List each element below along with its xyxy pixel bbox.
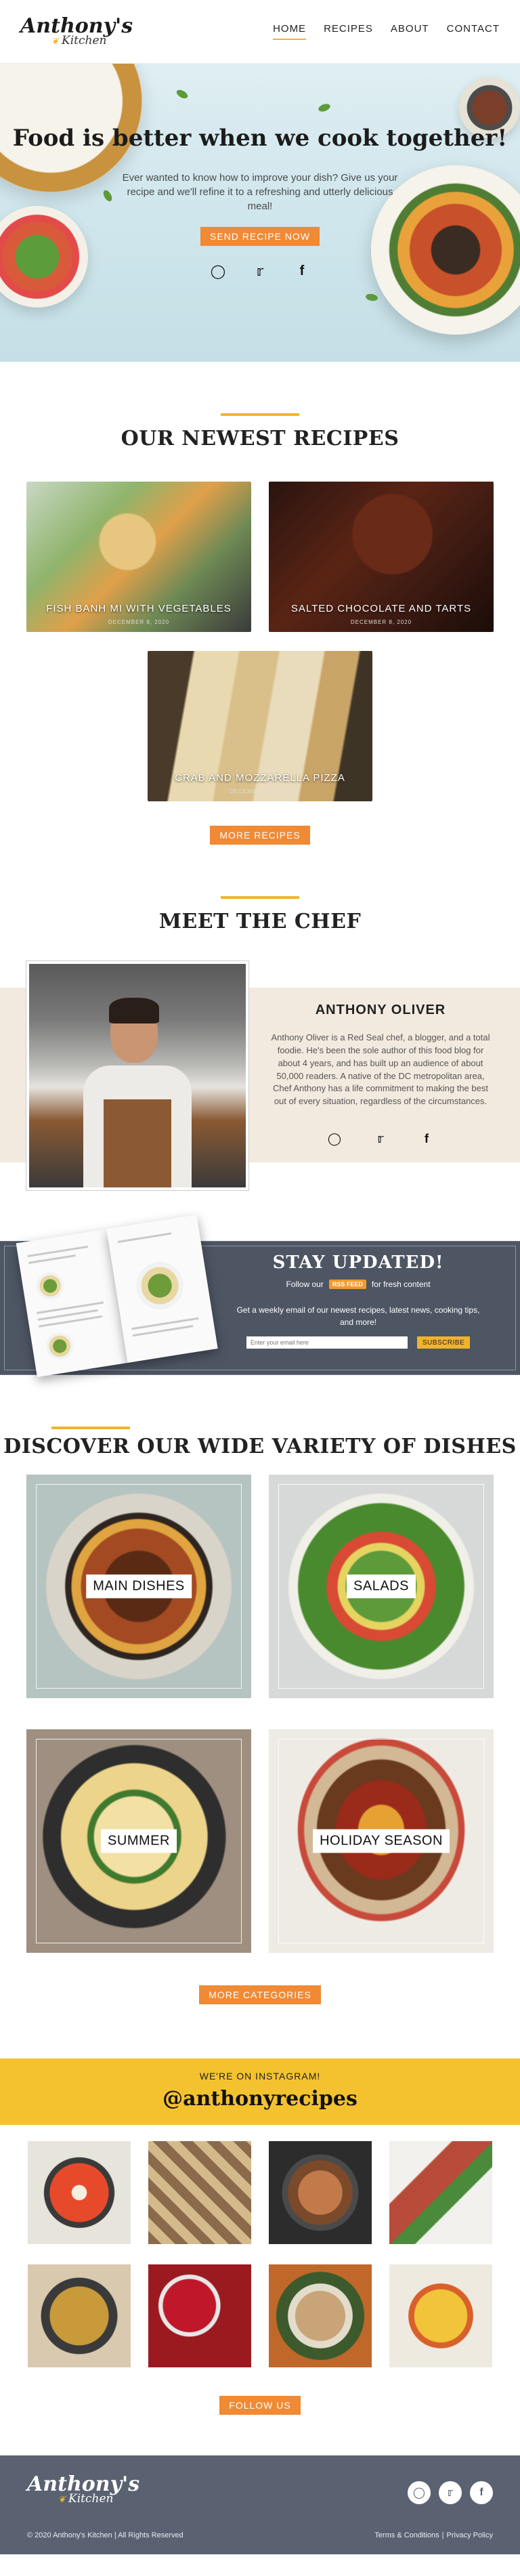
leaf-decoration	[175, 88, 190, 100]
category-card[interactable]: HOLIDAY SEASON	[269, 1729, 494, 1953]
logo-sub: Kitchen	[51, 35, 133, 47]
category-card[interactable]: SUMMER	[26, 1729, 251, 1953]
more-recipes-button[interactable]: MORE RECIPES	[210, 826, 310, 845]
nav-recipes[interactable]: RECIPES	[324, 23, 373, 40]
facebook-icon[interactable]: f	[416, 1128, 437, 1149]
follow-us-button[interactable]: FOLLOW US	[219, 2396, 301, 2415]
instagram-photo[interactable]	[148, 2264, 251, 2367]
instagram-photo[interactable]	[269, 2264, 372, 2367]
footer-logo[interactable]: Anthony's Kitchen	[27, 2474, 139, 2505]
nav-contact[interactable]: CONTACT	[447, 23, 500, 40]
hero-content: Food is better when we cook together! Ev…	[0, 125, 520, 281]
footer-socials: ◯ 𝕣 f	[408, 2481, 493, 2504]
subscribe-button[interactable]: SUBSCRIBE	[416, 1336, 471, 1349]
copyright-text: © 2020 Anthony's Kitchen | All Rights Re…	[27, 2531, 183, 2539]
section-title: DISCOVER OUR WIDE VARIETY OF DISHES	[3, 1435, 517, 1458]
main-nav: HOME RECIPES ABOUT CONTACT	[273, 23, 500, 40]
link-separator: |	[441, 2531, 444, 2539]
instagram-icon[interactable]: ◯	[324, 1128, 345, 1149]
follow-suffix: for fresh content	[371, 1280, 431, 1289]
email-input[interactable]	[246, 1336, 408, 1349]
rss-icon[interactable]: RSS FEED	[328, 1280, 366, 1289]
chef-socials: ◯ 𝕣 f	[268, 1128, 493, 1149]
recipe-grid: FISH BANH MI WITH VEGETABLES DECEMBER 8,…	[20, 482, 500, 801]
newsletter-title: STAY UPDATED!	[272, 1252, 444, 1273]
recipe-date: DECEMBER 8, 2020	[350, 619, 412, 625]
instagram-icon[interactable]: ◯	[208, 261, 228, 281]
category-card[interactable]: SALADS	[269, 1475, 494, 1698]
hero-socials: ◯ 𝕣 f	[0, 261, 520, 281]
hero-section: Food is better when we cook together! Ev…	[0, 64, 520, 362]
instagram-photo[interactable]	[28, 2141, 131, 2244]
instagram-handle[interactable]: @anthonyrecipes	[0, 2087, 520, 2111]
privacy-link[interactable]: Privacy Policy	[447, 2531, 493, 2539]
heading-accent-bar	[51, 1427, 130, 1429]
category-card[interactable]: MAIN DISHES	[26, 1475, 251, 1698]
follow-prefix: Follow our	[286, 1280, 324, 1289]
recipe-date: DECEMBER 8, 2020	[108, 619, 170, 625]
newsletter-form: SUBSCRIBE	[217, 1336, 500, 1349]
instagram-kicker: WE'RE ON INSTAGRAM!	[199, 2071, 321, 2082]
category-label: HOLIDAY SEASON	[313, 1829, 450, 1853]
recipe-card[interactable]: CRAB AND MOZZARELLA PIZZA DECEMBER 8, 20…	[148, 651, 372, 801]
chef-photo	[26, 960, 249, 1191]
instagram-grid	[0, 2141, 520, 2367]
heading-accent-bar	[221, 413, 299, 416]
category-label: SALADS	[347, 1574, 416, 1599]
facebook-icon[interactable]: f	[292, 261, 312, 281]
newsletter-content: STAY UPDATED! Follow our RSS FEED for fr…	[217, 1252, 500, 1349]
hero-text: Ever wanted to know how to improve your …	[122, 172, 398, 212]
recipe-title: SALTED CHOCOLATE AND TARTS	[290, 603, 472, 614]
instagram-photo[interactable]	[389, 2264, 492, 2367]
terms-link[interactable]: Terms & Conditions	[374, 2531, 439, 2539]
instagram-photo[interactable]	[148, 2141, 251, 2244]
send-recipe-button[interactable]: SEND RECIPE NOW	[200, 227, 320, 246]
site-footer: Anthony's Kitchen ◯ 𝕣 f © 2020 Anthony's…	[0, 2455, 520, 2554]
leaf-decoration	[365, 293, 378, 302]
magazine-image	[16, 1215, 221, 1397]
newest-recipes-section: OUR NEWEST RECIPES FISH BANH MI WITH VEG…	[0, 362, 520, 845]
logo-sub: Kitchen	[58, 2493, 139, 2505]
newsletter-follow: Follow our RSS FEED for fresh content	[217, 1280, 500, 1289]
newsletter-description: Get a weekly email of our newest recipes…	[236, 1305, 480, 1327]
facebook-icon[interactable]: f	[470, 2481, 493, 2504]
instagram-photo[interactable]	[28, 2264, 131, 2367]
recipe-date: DECEMBER 8, 2020	[229, 788, 291, 795]
footer-links: Terms & Conditions | Privacy Policy	[374, 2531, 493, 2539]
instagram-icon[interactable]: ◯	[408, 2481, 431, 2504]
recipe-card[interactable]: FISH BANH MI WITH VEGETABLES DECEMBER 8,…	[26, 482, 251, 632]
section-title: OUR NEWEST RECIPES	[121, 427, 399, 450]
recipe-card[interactable]: SALTED CHOCOLATE AND TARTS DECEMBER 8, 2…	[269, 482, 494, 632]
site-header: Anthony's Kitchen HOME RECIPES ABOUT CON…	[0, 0, 520, 64]
chef-bio: Anthony Oliver is a Red Seal chef, a blo…	[271, 1032, 490, 1107]
category-label: MAIN DISHES	[86, 1574, 192, 1599]
dish-grid: MAIN DISHES SALADS SUMMER HOLIDAY SEASON	[0, 1475, 520, 1953]
chef-info: ANTHONY OLIVER Anthony Oliver is a Red S…	[268, 1002, 493, 1149]
twitter-icon[interactable]: 𝕣	[439, 2481, 462, 2504]
more-categories-button[interactable]: MORE CATEGORIES	[199, 1985, 321, 2004]
category-label: SUMMER	[101, 1829, 177, 1853]
instagram-banner: WE'RE ON INSTAGRAM! @anthonyrecipes	[0, 2058, 520, 2125]
recipe-title: CRAB AND MOZZARELLA PIZZA	[175, 772, 345, 784]
twitter-icon[interactable]: 𝕣	[250, 261, 270, 281]
hero-title: Food is better when we cook together!	[12, 125, 508, 152]
rss-label: RSS FEED	[332, 1281, 363, 1288]
newsletter-section: STAY UPDATED! Follow our RSS FEED for fr…	[0, 1215, 520, 1378]
section-title: MEET THE CHEF	[158, 910, 362, 933]
leaf-decoration	[317, 102, 332, 113]
chef-name: ANTHONY OLIVER	[315, 1002, 446, 1017]
twitter-icon[interactable]: 𝕣	[370, 1128, 391, 1149]
meet-the-chef-section: MEET THE CHEF ANTHONY OLIVER Anthony Oli…	[0, 845, 520, 1191]
nav-about[interactable]: ABOUT	[391, 23, 429, 40]
dishes-section: DISCOVER OUR WIDE VARIETY OF DISHES MAIN…	[0, 1375, 520, 2004]
nav-home[interactable]: HOME	[273, 23, 307, 40]
instagram-photo[interactable]	[389, 2141, 492, 2244]
heading-accent-bar	[221, 896, 299, 899]
instagram-photo[interactable]	[269, 2141, 372, 2244]
recipe-title: FISH BANH MI WITH VEGETABLES	[46, 603, 232, 614]
instagram-section: WE'RE ON INSTAGRAM! @anthonyrecipes FOLL…	[0, 2058, 520, 2415]
site-logo[interactable]: Anthony's Kitchen	[20, 16, 133, 47]
